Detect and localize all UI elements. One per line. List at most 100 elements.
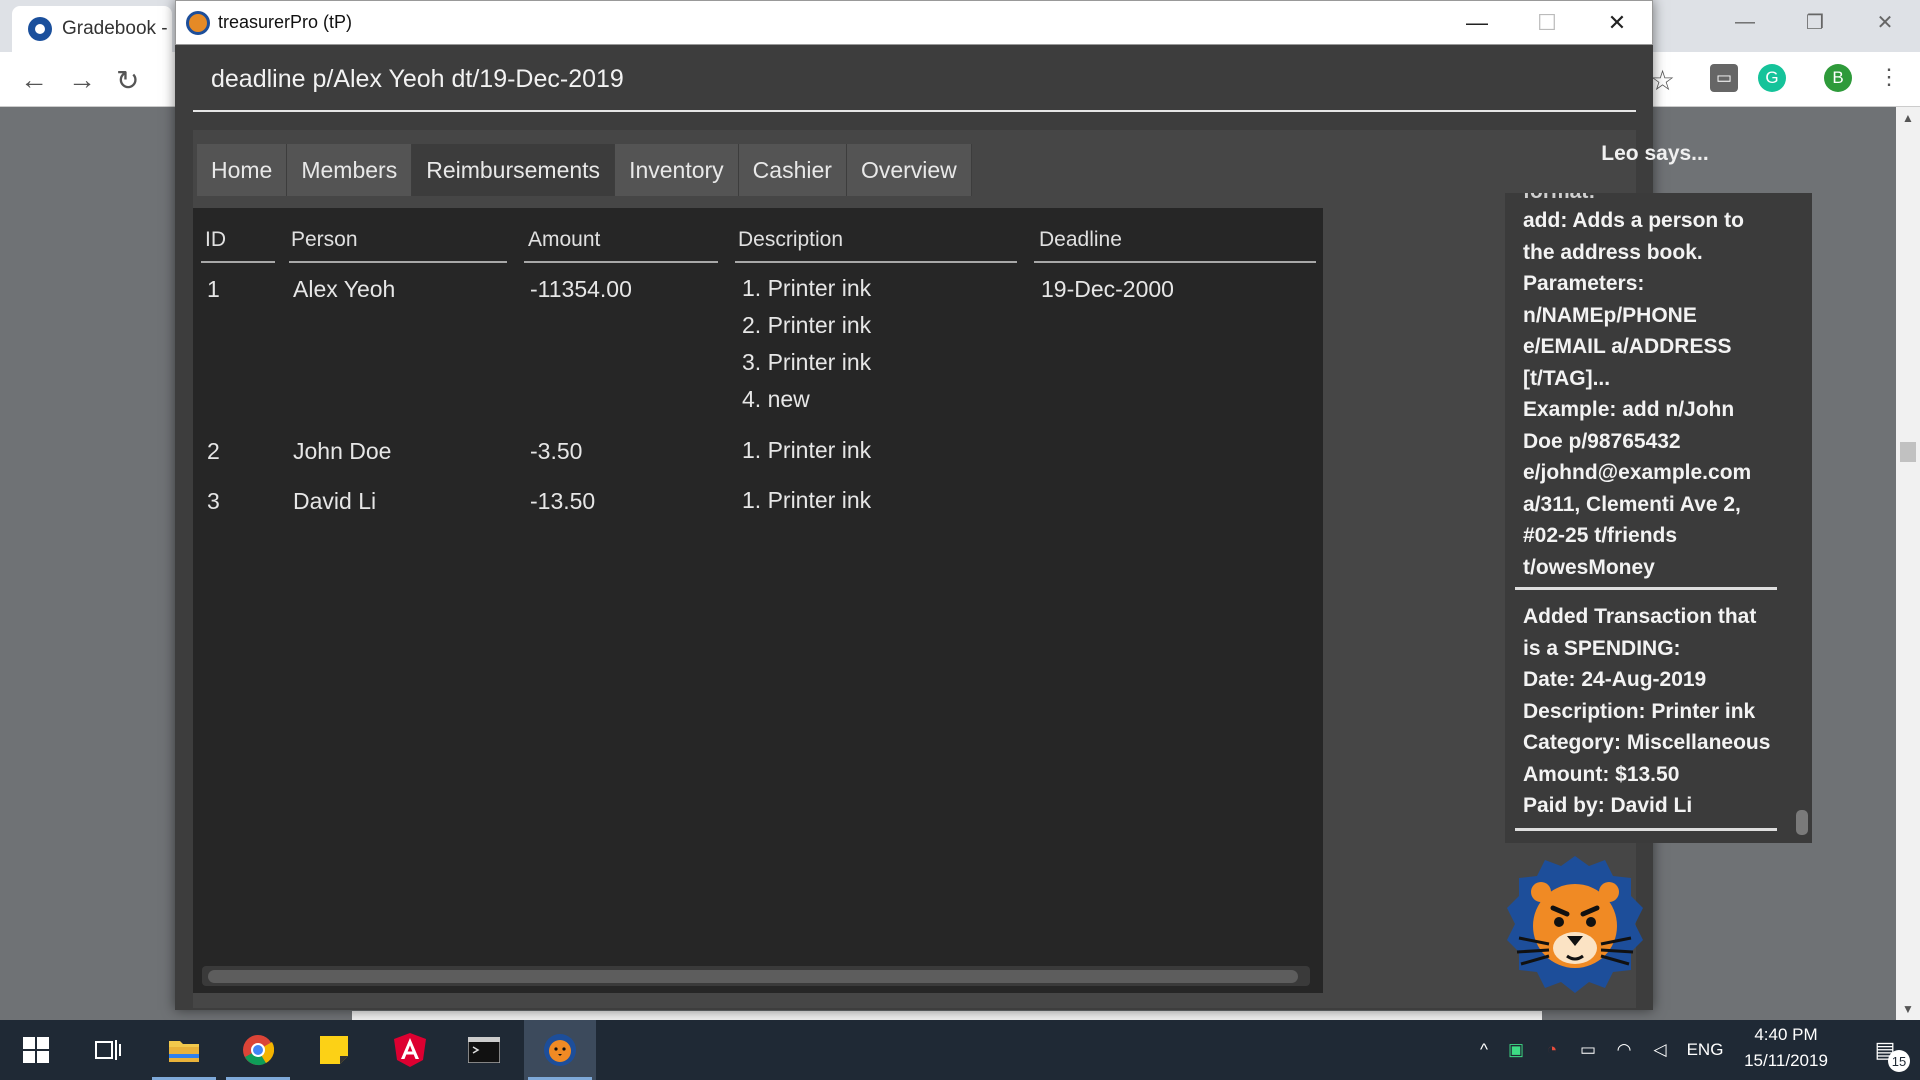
- bookmark-star-icon[interactable]: ☆: [1650, 64, 1675, 97]
- treasurerpro-taskbar-button[interactable]: [524, 1020, 596, 1080]
- chat-scrollbar[interactable]: [1793, 193, 1811, 843]
- header-person[interactable]: Person: [291, 228, 358, 252]
- chrome-button[interactable]: [222, 1020, 294, 1080]
- leo-says-title: Leo says...: [1601, 142, 1709, 165]
- row-person: David Li: [293, 488, 377, 514]
- tab-inventory[interactable]: Inventory: [615, 144, 739, 196]
- chat-message-line: Amount: $13.50: [1523, 762, 1680, 786]
- tab-bar: Home Members Reimbursements Inventory Ca…: [197, 144, 972, 196]
- chat-message: add: Adds a person to the address book. …: [1523, 205, 1788, 583]
- header-divider: [524, 261, 718, 263]
- chat-message-line: [t/TAG]...: [1523, 366, 1611, 390]
- treasurerpro-window: treasurerPro (tP) — ☐ ✕ Home Members Rei…: [175, 0, 1812, 1010]
- row-amount: -3.50: [530, 438, 583, 464]
- sticky-note-icon: [320, 1036, 348, 1064]
- tab-reimbursements[interactable]: Reimbursements: [412, 144, 616, 196]
- row-person: John Doe: [293, 438, 392, 464]
- browser-window-controls: — ❐ ✕: [1710, 0, 1920, 44]
- terminal-button[interactable]: [448, 1020, 520, 1080]
- profile-avatar[interactable]: B: [1824, 64, 1852, 92]
- chat-message-line: n/NAMEp/PHONE: [1523, 303, 1697, 327]
- chat-message-line: is a SPENDING:: [1523, 636, 1681, 660]
- header-divider: [735, 261, 1017, 263]
- header-id[interactable]: ID: [205, 228, 226, 252]
- chat-message-line: #02-25 t/friends: [1523, 524, 1678, 547]
- tray-expand-icon[interactable]: ^: [1470, 1040, 1498, 1060]
- system-tray: ^ ▣ ◔ ▭ ◠ ◁ ENG: [1470, 1020, 1732, 1080]
- page-scrollbar[interactable]: ▲ ▼: [1896, 107, 1920, 1020]
- tab-members[interactable]: Members: [287, 144, 413, 196]
- scroll-up-icon[interactable]: ▲: [1896, 111, 1920, 125]
- chat-message-line: Paid by: David Li: [1523, 794, 1693, 817]
- table-scroll-thumb[interactable]: [208, 970, 1298, 983]
- chat-message-line: add: Adds a person to: [1523, 209, 1744, 232]
- browser-close-icon[interactable]: ✕: [1850, 0, 1920, 44]
- window-titlebar[interactable]: treasurerPro (tP) — ☐ ✕: [175, 0, 1653, 45]
- sticky-notes-button[interactable]: [298, 1020, 370, 1080]
- header-deadline[interactable]: Deadline: [1039, 228, 1122, 252]
- table-horizontal-scrollbar[interactable]: [202, 966, 1310, 986]
- taskbar-clock[interactable]: 4:40 PM 15/11/2019: [1724, 1022, 1848, 1074]
- grammarly-icon[interactable]: G: [1758, 64, 1786, 92]
- description-item: 1. Printer ink: [742, 437, 872, 463]
- browser-restore-icon[interactable]: ❐: [1780, 0, 1850, 44]
- chat-message-line: Category: Miscellaneous: [1523, 731, 1771, 754]
- page-bottom-strip: [352, 1011, 1542, 1020]
- back-arrow-icon[interactable]: ←: [20, 64, 48, 96]
- clock-date: 15/11/2019: [1744, 1051, 1828, 1070]
- description-item: 3. Printer ink: [742, 349, 872, 375]
- header-description[interactable]: Description: [738, 228, 843, 252]
- window-title: treasurerPro (tP): [218, 12, 353, 32]
- close-icon[interactable]: ✕: [1582, 1, 1652, 45]
- tab-home[interactable]: Home: [197, 144, 288, 196]
- chat-message-line: t/owesMoney: [1523, 555, 1655, 579]
- chat-message-line: Added Transaction that: [1523, 605, 1757, 628]
- row-id: 2: [207, 438, 220, 464]
- wifi-icon[interactable]: ◠: [1606, 1040, 1642, 1060]
- security-icon[interactable]: ▣: [1498, 1040, 1534, 1060]
- browser-minimize-icon[interactable]: —: [1710, 0, 1780, 44]
- chat-message-line: Description: Printer ink: [1523, 699, 1756, 723]
- lion-icon: [544, 1034, 576, 1066]
- chat-message-line: Example: add n/John: [1523, 398, 1735, 421]
- reimbursements-table: ID Person Amount Description Deadline 1 …: [193, 208, 1323, 993]
- header-amount[interactable]: Amount: [528, 228, 600, 252]
- battery-icon[interactable]: ▭: [1570, 1040, 1606, 1060]
- row-id: 1: [207, 276, 220, 302]
- volume-icon[interactable]: ◁: [1642, 1040, 1678, 1060]
- reload-icon[interactable]: ↻: [116, 64, 139, 97]
- browser-menu-icon[interactable]: ⋮: [1878, 64, 1900, 90]
- tab-cashier[interactable]: Cashier: [738, 144, 847, 196]
- chat-message-line: Doe p/98765432: [1523, 429, 1681, 453]
- cast-icon[interactable]: ▭: [1710, 64, 1738, 92]
- browser-tab-title: Gradebook -: [62, 18, 168, 39]
- chat-scroll-thumb[interactable]: [1796, 810, 1808, 835]
- antivirus-icon[interactable]: ◔: [1534, 1040, 1570, 1060]
- row-amount: -11354.00: [530, 276, 632, 302]
- description-item: 1. Printer ink: [742, 487, 872, 513]
- description-item: 1. Printer ink: [742, 275, 872, 301]
- clock-time: 4:40 PM: [1754, 1025, 1818, 1044]
- chat-divider: [1515, 828, 1777, 831]
- tab-overview[interactable]: Overview: [846, 144, 972, 196]
- chat-message-line: a/311, Clementi Ave 2,: [1523, 492, 1741, 516]
- command-input[interactable]: [193, 50, 1636, 108]
- task-view-button[interactable]: [72, 1020, 144, 1080]
- chat-divider: [1515, 587, 1777, 590]
- forward-arrow-icon[interactable]: →: [68, 64, 96, 96]
- notification-center-button[interactable]: ▤ 15: [1850, 1020, 1920, 1080]
- windows-logo-icon: [23, 1037, 49, 1063]
- windows-taskbar: ^ ▣ ◔ ▭ ◠ ◁ ENG ▤ 15: [0, 1020, 1920, 1080]
- angular-button[interactable]: [374, 1020, 446, 1080]
- start-button[interactable]: [0, 1020, 72, 1080]
- leo-chat-panel[interactable]: format: add: Adds a person to the addres…: [1505, 193, 1812, 843]
- browser-tab[interactable]: Gradebook -: [12, 6, 172, 52]
- chat-message-line: e/EMAIL a/ADDRESS: [1523, 335, 1732, 358]
- file-explorer-button[interactable]: [148, 1020, 220, 1080]
- page-scroll-thumb[interactable]: [1900, 442, 1916, 462]
- angular-icon: [394, 1033, 426, 1067]
- minimize-icon[interactable]: —: [1442, 1, 1512, 45]
- scroll-down-icon[interactable]: ▼: [1896, 1002, 1920, 1016]
- table-header: ID Person Amount Description Deadline: [193, 208, 1323, 266]
- maximize-icon[interactable]: ☐: [1512, 1, 1582, 45]
